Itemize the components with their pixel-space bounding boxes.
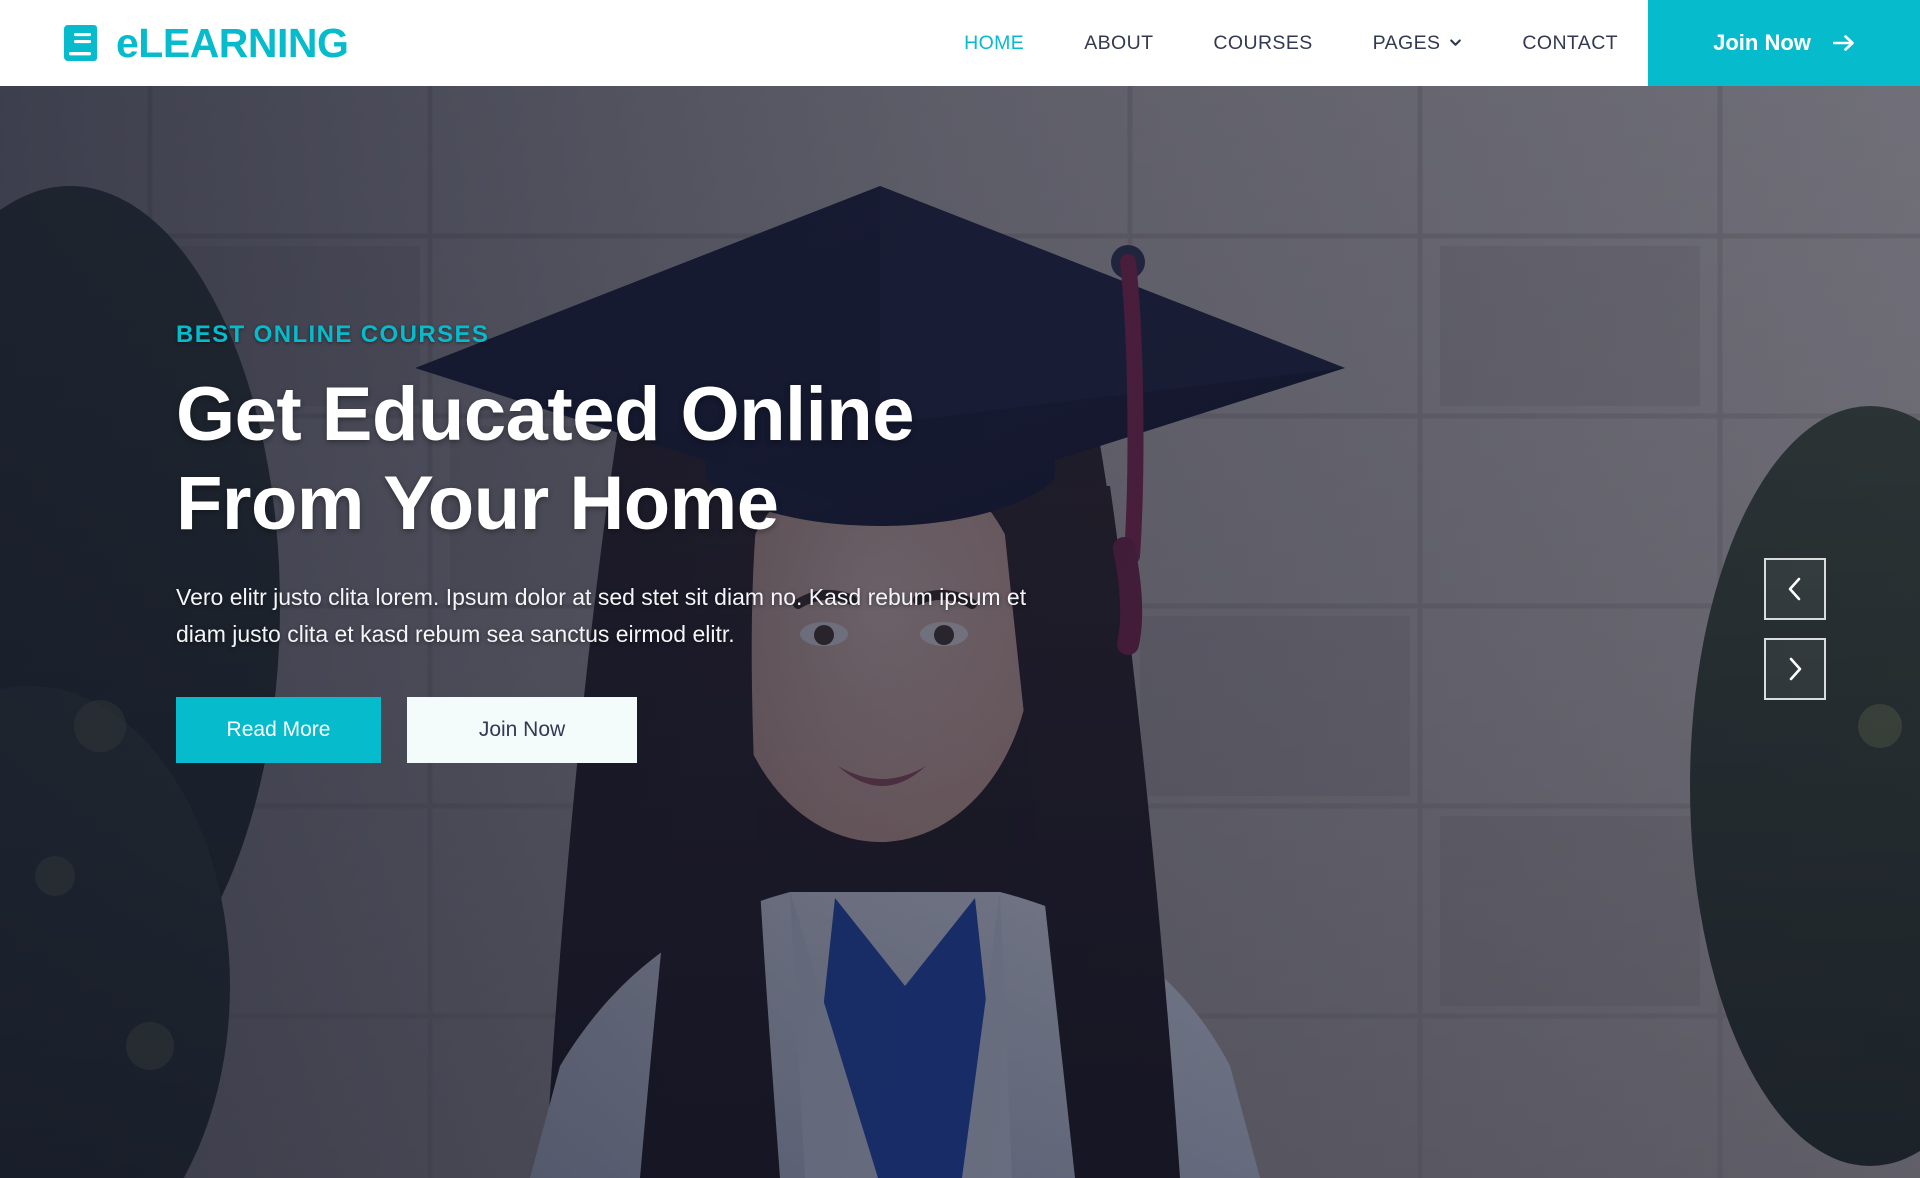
nav-item-courses-label: COURSES <box>1213 31 1313 54</box>
hero-title-line-2: From Your Home <box>176 460 779 546</box>
hero-title: Get Educated Online From Your Home <box>176 371 1076 549</box>
hero-title-line-1: Get Educated Online <box>176 371 914 457</box>
main-navigation: HOME ABOUT COURSES PAGES CONTACT <box>934 0 1648 86</box>
carousel-next-button[interactable] <box>1764 638 1826 700</box>
nav-item-about[interactable]: ABOUT <box>1054 0 1183 86</box>
site-header: eLEARNING HOME ABOUT COURSES PAGES CONTA… <box>0 0 1920 86</box>
nav-item-pages-label: PAGES <box>1372 31 1441 54</box>
nav-item-about-label: ABOUT <box>1084 31 1154 54</box>
chevron-down-icon <box>1450 38 1462 46</box>
header-spacer <box>348 0 934 86</box>
carousel-prev-button[interactable] <box>1764 558 1826 620</box>
nav-item-home-label: HOME <box>964 31 1025 54</box>
chevron-left-icon <box>1788 577 1801 601</box>
page-root: eLEARNING HOME ABOUT COURSES PAGES CONTA… <box>0 0 1920 1178</box>
nav-item-contact-label: CONTACT <box>1522 31 1618 54</box>
carousel-navigation <box>1764 558 1826 700</box>
nav-item-contact[interactable]: CONTACT <box>1492 0 1648 86</box>
hero-button-group: Read More Join Now <box>176 697 1276 764</box>
chevron-right-icon <box>1789 657 1802 681</box>
hero-join-now-button[interactable]: Join Now <box>407 697 637 764</box>
book-icon <box>64 25 97 61</box>
hero-description: Vero elitr justo clita lorem. Ipsum dolo… <box>176 583 1027 647</box>
nav-item-home[interactable]: HOME <box>934 0 1054 86</box>
arrow-right-icon <box>1832 35 1854 51</box>
header-join-now-label: Join Now <box>1713 30 1811 55</box>
hero-read-more-button[interactable]: Read More <box>176 697 381 764</box>
brand-logo-link[interactable]: eLEARNING <box>0 0 349 86</box>
nav-item-pages[interactable]: PAGES <box>1343 0 1493 86</box>
brand-name: eLEARNING <box>116 19 349 66</box>
hero-eyebrow: BEST ONLINE COURSES <box>176 320 490 348</box>
hero-carousel: BEST ONLINE COURSES Get Educated Online … <box>0 86 1920 1178</box>
nav-item-courses[interactable]: COURSES <box>1183 0 1342 86</box>
header-join-now-button[interactable]: Join Now <box>1648 0 1920 86</box>
hero-content: BEST ONLINE COURSES Get Educated Online … <box>176 86 1276 1178</box>
